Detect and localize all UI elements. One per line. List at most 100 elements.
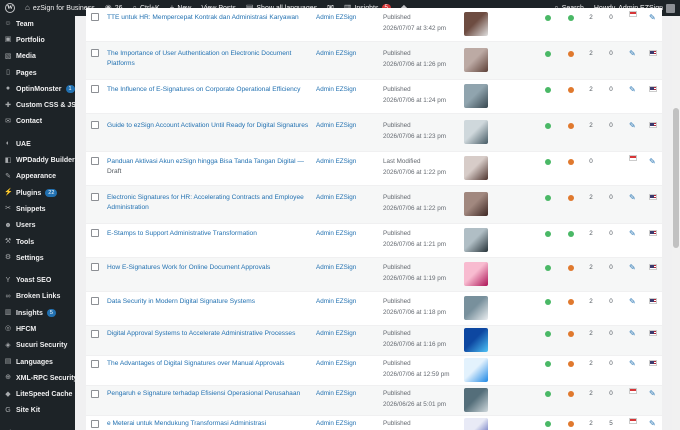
post-title-link[interactable]: Guide to ezSign Account Activation Until… — [107, 121, 312, 131]
pencil-icon[interactable]: ✎ — [629, 121, 636, 130]
pencil-icon[interactable]: ✎ — [629, 49, 636, 58]
post-thumbnail[interactable] — [464, 120, 488, 144]
readability-score-dot — [568, 265, 574, 271]
sidebar-item-label: OptinMonster — [16, 85, 62, 93]
sidebar-item-broken-links[interactable]: ∞ Broken Links — [0, 289, 75, 305]
author-link[interactable]: Admin EZSign — [316, 390, 356, 397]
sidebar-item-optinmonster[interactable]: ● OptinMonster 1 — [0, 81, 75, 97]
pencil-icon[interactable]: ✎ — [649, 157, 656, 166]
post-title-link[interactable]: Digital Approval Systems to Accelerate A… — [107, 329, 312, 339]
author-link[interactable]: Admin EZSign — [316, 420, 356, 427]
sidebar-item-hfcm[interactable]: ◎ HFCM — [0, 321, 75, 337]
post-thumbnail[interactable] — [464, 296, 488, 320]
pencil-icon[interactable]: ✎ — [629, 297, 636, 306]
pencil-icon[interactable]: ✎ — [649, 13, 656, 22]
sidebar-item-xml-rpc-security[interactable]: ⊕ XML-RPC Security — [0, 370, 75, 386]
pencil-icon[interactable]: ✎ — [629, 359, 636, 368]
row-checkbox[interactable] — [91, 49, 99, 57]
row-checkbox[interactable] — [91, 121, 99, 129]
row-checkbox[interactable] — [91, 420, 99, 428]
scrollbar-thumb[interactable] — [673, 108, 679, 248]
sidebar-item-plugins[interactable]: ⚡ Plugins 22 — [0, 185, 75, 201]
post-title-link[interactable]: e Meterai untuk Mendukung Transformasi A… — [107, 419, 312, 429]
row-checkbox[interactable] — [91, 297, 99, 305]
sidebar-item-users[interactable]: ☻ Users — [0, 218, 75, 234]
post-title-link[interactable]: TTE untuk HR: Mempercepat Kontrak dan Ad… — [107, 13, 312, 23]
row-checkbox[interactable] — [91, 13, 99, 21]
author-link[interactable]: Admin EZSign — [316, 360, 356, 367]
post-thumbnail[interactable] — [464, 262, 488, 286]
post-thumbnail[interactable] — [464, 388, 488, 412]
post-status: Last Modified — [383, 158, 421, 165]
author-link[interactable]: Admin EZSign — [316, 158, 356, 165]
sidebar-item-label: Settings — [16, 254, 44, 262]
pencil-icon[interactable]: ✎ — [649, 389, 656, 398]
author-link[interactable]: Admin EZSign — [316, 194, 356, 201]
row-checkbox[interactable] — [91, 193, 99, 201]
post-thumbnail[interactable] — [464, 228, 488, 252]
sidebar-item-portfolio[interactable]: ▣ Portfolio — [0, 32, 75, 48]
pencil-icon[interactable]: ✎ — [629, 263, 636, 272]
sidebar-item-yoast-seo[interactable]: Y Yoast SEO — [0, 272, 75, 288]
sidebar-item-appearance[interactable]: ✎ Appearance — [0, 169, 75, 185]
post-thumbnail[interactable] — [464, 12, 488, 36]
author-link[interactable]: Admin EZSign — [316, 298, 356, 305]
post-thumbnail[interactable] — [464, 156, 488, 180]
page-scrollbar[interactable] — [672, 16, 680, 430]
post-thumbnail[interactable] — [464, 358, 488, 382]
row-checkbox[interactable] — [91, 157, 99, 165]
post-title-link[interactable]: Panduan Aktivasi Akun ezSign hingga Bisa… — [107, 157, 312, 177]
sidebar-item-contact[interactable]: ✉ Contact — [0, 114, 75, 130]
post-thumbnail[interactable] — [464, 192, 488, 216]
author-link[interactable]: Admin EZSign — [316, 122, 356, 129]
sidebar-item-team[interactable]: ☺ Team — [0, 16, 75, 32]
sidebar-item-custom-css-js[interactable]: ✚ Custom CSS & JS — [0, 97, 75, 113]
wordpress-logo-button[interactable]: W — [0, 0, 20, 16]
row-checkbox[interactable] — [91, 360, 99, 368]
sidebar-item-wpdaddy-builder[interactable]: ◧ WPDaddy Builder — [0, 152, 75, 168]
post-thumbnail[interactable] — [464, 328, 488, 352]
post-thumbnail[interactable] — [464, 84, 488, 108]
sidebar-item-uae[interactable]: ◐ UAE — [0, 136, 75, 152]
post-title-link[interactable]: E-Stamps to Support Administrative Trans… — [107, 229, 312, 239]
sidebar-item-label: Users — [16, 222, 36, 230]
post-title-link[interactable]: The Advantages of Digital Signatures ove… — [107, 359, 312, 369]
sidebar-item-settings[interactable]: ⚙ Settings — [0, 250, 75, 266]
readability-score-dot — [568, 361, 574, 367]
row-checkbox[interactable] — [91, 263, 99, 271]
author-link[interactable]: Admin EZSign — [316, 50, 356, 57]
post-title: Data Security in Modern Digital Signatur… — [107, 298, 256, 305]
pencil-icon[interactable]: ✎ — [629, 329, 636, 338]
post-title-link[interactable]: How E-Signatures Work for Online Documen… — [107, 263, 312, 273]
author-link[interactable]: Admin EZSign — [316, 330, 356, 337]
sidebar-item-insights[interactable]: ▥ Insights 5 — [0, 305, 75, 321]
pencil-icon[interactable]: ✎ — [629, 193, 636, 202]
post-title-link[interactable]: Electronic Signatures for HR: Accelerati… — [107, 193, 312, 213]
sidebar-item-tools[interactable]: ⚒ Tools — [0, 234, 75, 250]
row-checkbox[interactable] — [91, 330, 99, 338]
sidebar-item-site-kit[interactable]: G Site Kit — [0, 403, 75, 419]
author-link[interactable]: Admin EZSign — [316, 86, 356, 93]
sidebar-item-sucuri-security[interactable]: ◈ Sucuri Security — [0, 338, 75, 354]
sidebar-item-languages[interactable]: ▤ Languages — [0, 354, 75, 370]
sidebar-item-snippets[interactable]: ✂ Snippets — [0, 201, 75, 217]
post-title-link[interactable]: Pengaruh e Signature terhadap Efisiensi … — [107, 389, 312, 399]
pencil-icon[interactable]: ✎ — [629, 85, 636, 94]
sidebar-item-media[interactable]: ▧ Media — [0, 49, 75, 65]
author-link[interactable]: Admin EZSign — [316, 14, 356, 21]
post-title-link[interactable]: The Influence of E-Signatures on Corpora… — [107, 85, 312, 95]
post-title-link[interactable]: Data Security in Modern Digital Signatur… — [107, 297, 312, 307]
post-thumbnail[interactable] — [464, 418, 488, 430]
author-link[interactable]: Admin EZSign — [316, 230, 356, 237]
row-checkbox[interactable] — [91, 390, 99, 398]
post-thumbnail[interactable] — [464, 48, 488, 72]
row-checkbox[interactable] — [91, 85, 99, 93]
post-title-link[interactable]: The Importance of User Authentication on… — [107, 49, 312, 69]
pencil-icon[interactable]: ✎ — [649, 419, 656, 428]
sidebar-item-pages[interactable]: ▯ Pages — [0, 65, 75, 81]
sidebar-item-litespeed-cache[interactable]: ◆ LiteSpeed Cache — [0, 387, 75, 403]
row-checkbox[interactable] — [91, 229, 99, 237]
author-link[interactable]: Admin EZSign — [316, 264, 356, 271]
pencil-icon[interactable]: ✎ — [629, 229, 636, 238]
sidebar-item-collapse-menu[interactable]: ◀Collapse Menu — [0, 425, 75, 430]
